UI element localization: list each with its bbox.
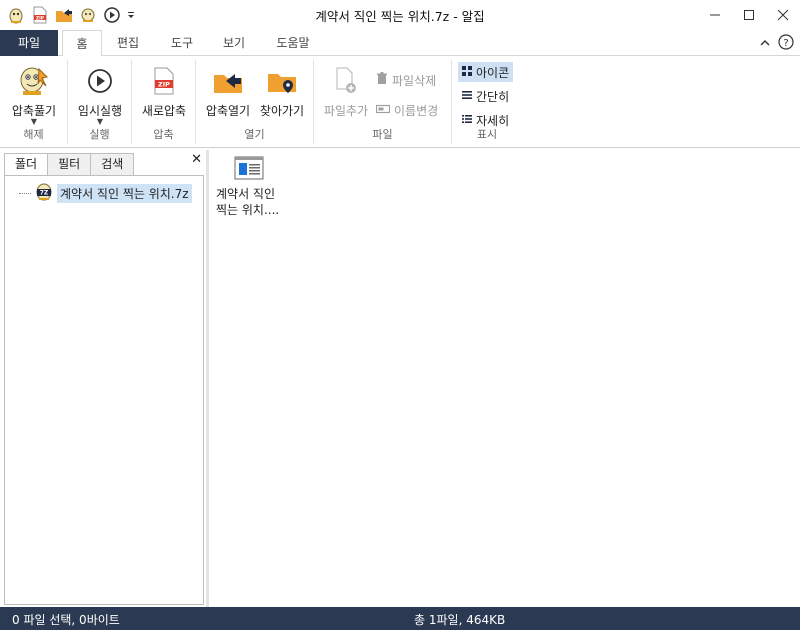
zip-file-icon: ZIP <box>147 64 181 98</box>
folder-tree: 7Z 계약서 직인 찍는 위치.7z <box>4 175 204 605</box>
title-bar: ZIP 계약서 직인 찍는 위치.7z - 알집 <box>0 0 800 30</box>
tab-file[interactable]: 파일 <box>0 30 58 56</box>
close-pane-icon[interactable]: ✕ <box>191 152 202 167</box>
group-compress: ZIP 새로압축 압축 <box>132 60 196 144</box>
tab-folder[interactable]: 폴더 <box>4 153 49 176</box>
archive-7z-icon: 7Z <box>35 183 53 204</box>
rename-icon <box>375 103 391 117</box>
status-total: 총 1파일, 464KB <box>414 613 506 627</box>
group-file: 파일추가 파일삭제 이름변경 파일 <box>314 60 452 144</box>
trash-icon <box>376 72 388 88</box>
group-label-open: 열기 <box>244 128 265 141</box>
tree-item-label: 계약서 직인 찍는 위치.7z <box>57 184 192 203</box>
file-name-line2: 찍는 위치.... <box>216 203 280 217</box>
tab-tools[interactable]: 도구 <box>162 30 202 56</box>
ribbon-tabs: 파일 홈 편집 도구 보기 도움말 ? <box>0 30 800 57</box>
view-icons-label: 아이콘 <box>476 65 510 80</box>
details-icon <box>462 113 472 127</box>
tree-item-archive[interactable]: 7Z 계약서 직인 찍는 위치.7z <box>19 183 192 204</box>
file-name-line1: 계약서 직인 <box>216 187 276 201</box>
view-icons-button[interactable]: 아이콘 <box>458 62 514 82</box>
new-compress-button[interactable]: ZIP 새로압축 <box>136 64 192 119</box>
document-icon <box>234 156 264 180</box>
file-item[interactable]: 계약서 직인 찍는 위치.... <box>216 156 286 218</box>
find-label: 찾아가기 <box>259 104 305 118</box>
group-open: 압축열기 찾아가기 열기 <box>196 60 314 144</box>
open-archive-button[interactable]: 압축열기 <box>202 64 254 119</box>
group-extract: 압축풀기 ▼ 해제 <box>0 60 68 144</box>
list-icon <box>462 89 472 103</box>
svg-text:ZIP: ZIP <box>158 81 170 89</box>
view-simple-button[interactable]: 간단히 <box>458 86 513 106</box>
window-title: 계약서 직인 찍는 위치.7z - 알집 <box>315 9 485 24</box>
tab-search[interactable]: 검색 <box>90 153 135 175</box>
play-circle-icon <box>83 64 117 98</box>
left-pane: 폴더 필터 검색 ✕ 7Z 계약서 직인 찍는 위치.7z <box>0 150 209 607</box>
folder-pin-icon <box>265 64 299 98</box>
delete-file-button[interactable]: 파일삭제 <box>372 70 440 90</box>
add-file-icon <box>329 64 363 98</box>
ribbon-right-controls: ? <box>760 34 794 53</box>
group-label-compress: 압축 <box>153 128 174 141</box>
collapse-ribbon-icon[interactable] <box>760 37 770 51</box>
status-selection: 0 파일 선택, 0바이트 <box>12 613 120 627</box>
group-run: 임시실행 ▼ 실행 <box>68 60 132 144</box>
window-controls <box>698 0 800 30</box>
extract-mascot-icon <box>17 64 51 98</box>
close-icon[interactable] <box>766 0 800 30</box>
tab-help[interactable]: 도움말 <box>268 30 318 56</box>
grid-icon <box>462 65 472 79</box>
rename-button[interactable]: 이름변경 <box>372 100 442 120</box>
add-file-button[interactable]: 파일추가 <box>318 64 374 119</box>
tab-edit[interactable]: 편집 <box>108 30 148 56</box>
extract-button[interactable]: 압축풀기 ▼ <box>4 64 64 126</box>
temp-run-button[interactable]: 임시실행 ▼ <box>72 64 128 126</box>
help-icon[interactable]: ? <box>778 34 794 53</box>
tab-view[interactable]: 보기 <box>214 30 254 56</box>
tab-filter[interactable]: 필터 <box>47 153 92 175</box>
left-pane-tabs: 폴더 필터 검색 <box>4 153 135 176</box>
open-archive-label: 압축열기 <box>205 104 251 118</box>
minimize-icon[interactable] <box>698 0 732 30</box>
maximize-icon[interactable] <box>732 0 766 30</box>
group-label-extract: 해제 <box>23 128 44 141</box>
delete-file-label: 파일삭제 <box>392 73 437 88</box>
tab-home[interactable]: 홈 <box>62 30 102 57</box>
file-list-pane: 계약서 직인 찍는 위치.... <box>212 150 800 607</box>
ribbon-home: 압축풀기 ▼ 해제 임시실행 ▼ 실행 ZIP 새로압축 압축 압축열기 찾아가… <box>0 56 800 148</box>
group-view: 아이콘 간단히 자세히 표시 <box>452 60 522 144</box>
open-folder-arrow-icon <box>211 64 245 98</box>
group-label-run: 실행 <box>89 128 110 141</box>
svg-text:7Z: 7Z <box>40 190 49 197</box>
rename-label: 이름변경 <box>394 103 439 118</box>
find-button[interactable]: 찾아가기 <box>254 64 310 119</box>
group-label-view: 표시 <box>476 128 498 141</box>
svg-text:?: ? <box>783 38 788 49</box>
add-file-label: 파일추가 <box>323 104 369 118</box>
tree-connector <box>19 193 31 194</box>
view-simple-label: 간단히 <box>476 89 510 104</box>
new-compress-label: 새로압축 <box>141 104 187 118</box>
status-bar: 0 파일 선택, 0바이트 총 1파일, 464KB <box>0 607 800 630</box>
group-label-file: 파일 <box>372 128 393 141</box>
